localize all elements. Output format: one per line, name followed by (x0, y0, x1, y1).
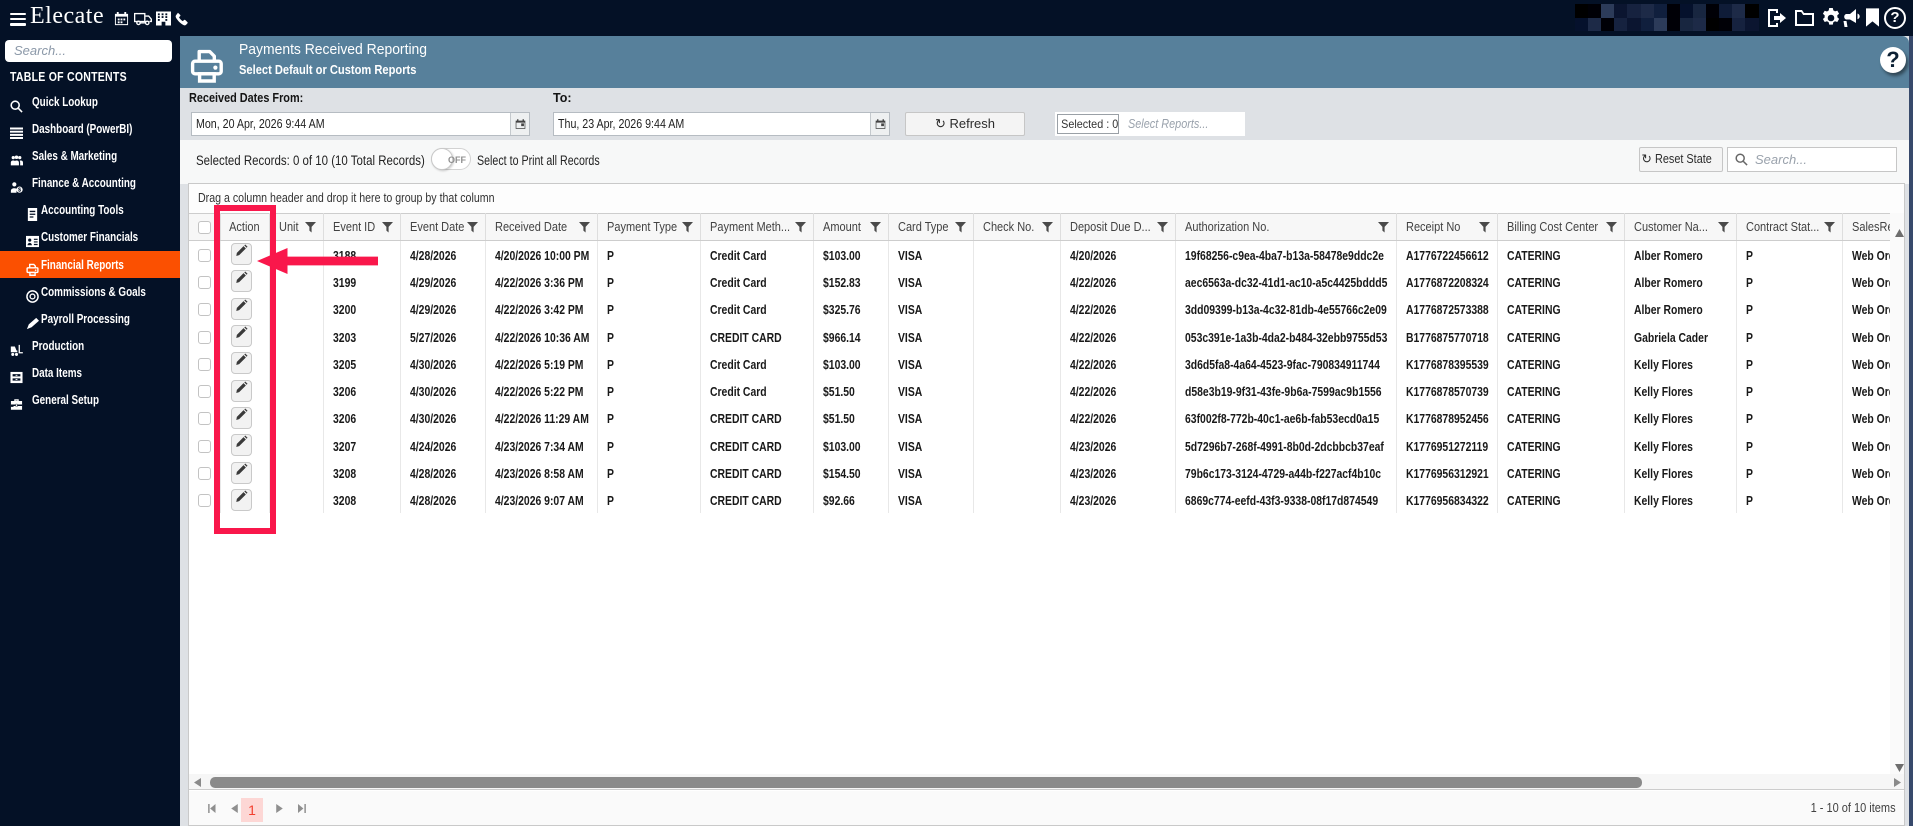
svg-text:$: $ (18, 187, 21, 193)
